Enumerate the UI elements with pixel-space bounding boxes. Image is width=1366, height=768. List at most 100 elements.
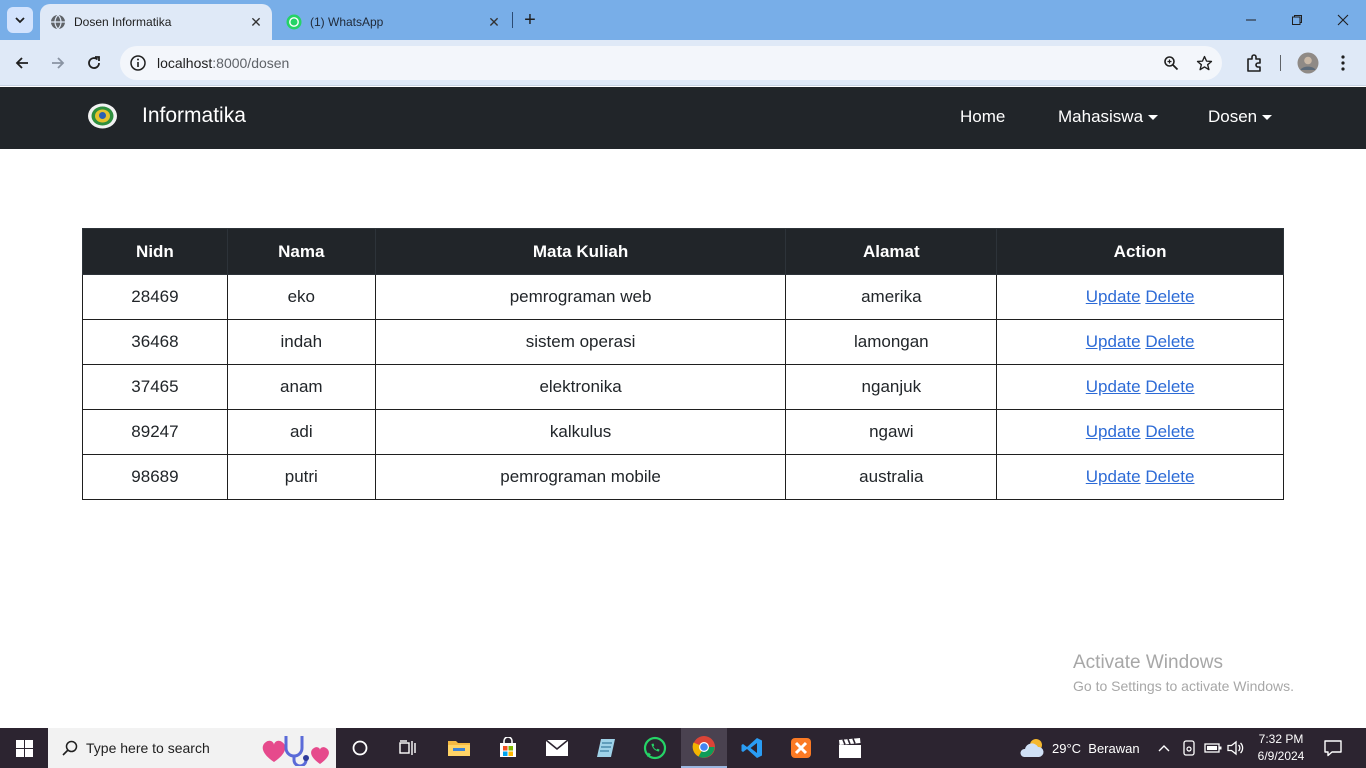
delete-link[interactable]: Delete: [1145, 332, 1194, 351]
address-bar[interactable]: localhost:8000/dosen: [120, 46, 1222, 80]
nav-dropdown-mahasiswa[interactable]: Mahasiswa: [1058, 107, 1159, 127]
chrome-icon: [692, 736, 715, 758]
cortana-button[interactable]: [340, 728, 380, 768]
task-view-button[interactable]: [388, 728, 428, 768]
navbar-brand[interactable]: Informatika: [142, 104, 246, 128]
extensions-puzzle-icon[interactable]: [1242, 51, 1266, 75]
weather-icon[interactable]: [1018, 728, 1046, 768]
cell-action: Update Delete: [996, 409, 1284, 455]
windows-taskbar: Type here to search 29°C Berawan 7:32 PM…: [0, 728, 1366, 768]
update-link[interactable]: Update: [1086, 377, 1141, 396]
show-hidden-icons-button[interactable]: [1156, 728, 1172, 768]
table-row: 36468 indah sistem operasi lamongan Upda…: [82, 319, 1284, 365]
whatsapp-icon: [286, 14, 302, 30]
nav-dropdown-dosen[interactable]: Dosen: [1208, 107, 1273, 127]
taskbar-microsoft-store[interactable]: [486, 728, 530, 768]
table-row: 98689 putri pemrograman mobile australia…: [82, 454, 1284, 500]
close-icon: [1337, 14, 1349, 26]
new-tab-button[interactable]: +: [518, 8, 542, 32]
update-link[interactable]: Update: [1086, 287, 1141, 306]
cell-mata-kuliah: elektronika: [374, 364, 787, 410]
close-window-button[interactable]: [1320, 0, 1366, 40]
battery-icon[interactable]: [1203, 728, 1223, 768]
column-header-nama: Nama: [226, 228, 376, 275]
kebab-menu-icon[interactable]: [1331, 51, 1355, 75]
notes-app-icon: [597, 739, 615, 757]
nav-link-home[interactable]: Home: [960, 107, 1005, 127]
brand-logo[interactable]: [87, 102, 118, 130]
cell-mata-kuliah: pemrograman web: [374, 274, 787, 320]
taskbar-notes-app[interactable]: [584, 728, 628, 768]
tab-whatsapp[interactable]: (1) WhatsApp ✕: [278, 4, 510, 40]
volume-icon[interactable]: [1226, 728, 1246, 768]
tray-device-icon[interactable]: [1180, 728, 1198, 768]
restore-icon: [1292, 15, 1302, 25]
cell-alamat: australia: [785, 454, 998, 500]
xampp-icon: [791, 738, 811, 758]
weather-widget[interactable]: 29°C Berawan: [1052, 728, 1152, 768]
taskbar-search-box[interactable]: Type here to search: [48, 728, 336, 768]
windows-logo-icon: [15, 739, 33, 757]
notification-center-button[interactable]: [1318, 728, 1348, 768]
caret-down-icon: [1148, 115, 1159, 120]
update-link[interactable]: Update: [1086, 332, 1141, 351]
back-button[interactable]: [7, 48, 37, 78]
taskbar-vscode[interactable]: [730, 728, 774, 768]
start-button[interactable]: [0, 728, 48, 768]
taskbar-mail[interactable]: [535, 728, 579, 768]
update-link[interactable]: Update: [1086, 467, 1141, 486]
taskbar-xampp[interactable]: [779, 728, 823, 768]
browser-toolbar: localhost:8000/dosen: [0, 40, 1366, 86]
tab-title: Dosen Informatika: [74, 15, 172, 29]
minimize-button[interactable]: [1228, 0, 1274, 40]
taskbar-whatsapp[interactable]: [633, 728, 677, 768]
cell-action: Update Delete: [996, 319, 1284, 365]
file-explorer-icon: [448, 741, 470, 756]
arrow-right-icon: [52, 57, 65, 69]
column-header-action: Action: [996, 228, 1284, 275]
update-link[interactable]: Update: [1086, 422, 1141, 441]
forward-button[interactable]: [43, 48, 73, 78]
task-view-icon: [399, 740, 416, 755]
zoom-icon[interactable]: [1160, 52, 1182, 74]
delete-link[interactable]: Delete: [1145, 422, 1194, 441]
url-text: localhost:8000/dosen: [157, 55, 289, 71]
profile-avatar[interactable]: [1296, 51, 1320, 75]
reload-button[interactable]: [79, 48, 109, 78]
cell-alamat: nganjuk: [785, 364, 998, 410]
clapperboard-icon: [839, 738, 861, 758]
restore-button[interactable]: [1274, 0, 1320, 40]
cortana-circle-icon: [352, 740, 368, 756]
activate-windows-watermark: Activate Windows Go to Settings to activ…: [1073, 652, 1294, 694]
whatsapp-icon: [643, 736, 667, 760]
tab-dosen-informatika[interactable]: Dosen Informatika ✕: [40, 4, 272, 40]
toolbar-separator: [1280, 55, 1281, 71]
nav-link-label: Dosen: [1208, 107, 1258, 126]
taskbar-file-explorer[interactable]: [437, 728, 481, 768]
minimize-icon: [1246, 19, 1256, 21]
site-info-icon[interactable]: [122, 47, 154, 79]
close-tab-icon[interactable]: ✕: [484, 12, 504, 32]
cell-mata-kuliah: kalkulus: [374, 409, 787, 455]
delete-link[interactable]: Delete: [1145, 377, 1194, 396]
chevron-down-icon: [15, 17, 25, 24]
bookmark-star-icon[interactable]: [1193, 52, 1215, 74]
tab-search-button[interactable]: [7, 7, 33, 33]
taskbar-video-editor[interactable]: [828, 728, 872, 768]
cell-nidn: 36468: [82, 319, 228, 365]
taskbar-chrome[interactable]: [681, 728, 727, 768]
column-header-alamat: Alamat: [785, 228, 998, 275]
cell-action: Update Delete: [996, 364, 1284, 410]
column-header-nidn: Nidn: [82, 228, 228, 275]
taskbar-clock[interactable]: 7:32 PM 6/9/2024: [1250, 731, 1312, 765]
cell-action: Update Delete: [996, 454, 1284, 500]
delete-link[interactable]: Delete: [1145, 467, 1194, 486]
table-row: 89247 adi kalkulus ngawi Update Delete: [82, 409, 1284, 455]
close-tab-icon[interactable]: ✕: [246, 12, 266, 32]
store-bag-icon: [500, 737, 516, 757]
url-host: localhost: [157, 55, 213, 71]
clock-time: 7:32 PM: [1258, 732, 1304, 746]
search-placeholder: Type here to search: [86, 740, 210, 756]
delete-link[interactable]: Delete: [1145, 287, 1194, 306]
weather-text: 29°C Berawan: [1052, 740, 1140, 756]
